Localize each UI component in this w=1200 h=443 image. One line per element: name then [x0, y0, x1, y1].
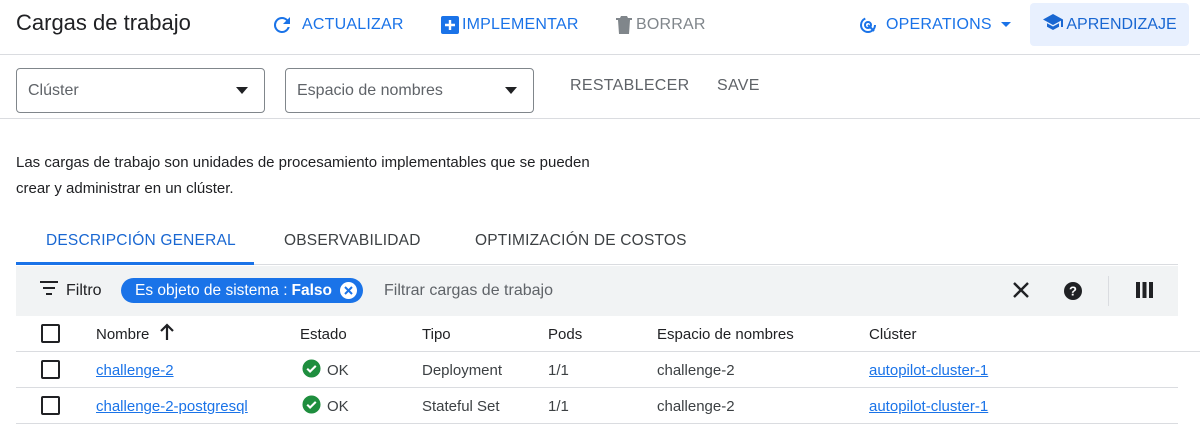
pods-cell: 1/1: [548, 361, 569, 379]
namespace-select[interactable]: Espacio de nombres: [285, 68, 534, 113]
column-header-status[interactable]: Estado: [300, 316, 347, 352]
workload-name-link[interactable]: challenge-2: [96, 362, 174, 379]
page-title: Cargas de trabajo: [16, 10, 191, 35]
toolbar-divider: [1108, 276, 1109, 306]
refresh-icon: [270, 13, 294, 37]
check-circle-icon: [302, 394, 321, 418]
school-icon: [1042, 12, 1064, 37]
workloads-table: Nombre Estado Tipo Pods Espacio de nombr…: [16, 316, 1200, 424]
filter-button[interactable]: Filtro: [40, 281, 102, 300]
arrow-up-icon: [159, 323, 175, 345]
table-header-row: Nombre Estado Tipo Pods Espacio de nombr…: [16, 316, 1200, 352]
active-tab-indicator: [16, 262, 254, 265]
page-description: Las cargas de trabajo son unidades de pr…: [16, 150, 676, 202]
column-header-pods[interactable]: Pods: [548, 316, 582, 352]
reset-button[interactable]: RESTABLECER: [570, 77, 689, 95]
namespace-select-placeholder: Espacio de nombres: [297, 81, 443, 99]
refresh-label: ACTUALIZAR: [302, 16, 404, 33]
cluster-link[interactable]: autopilot-cluster-1: [869, 398, 988, 415]
operations-label: OPERATIONS: [886, 16, 992, 33]
cluster-select-placeholder: Clúster: [28, 81, 79, 99]
column-header-name[interactable]: Nombre: [96, 316, 175, 352]
column-header-type[interactable]: Tipo: [422, 316, 451, 352]
tab-bar: DESCRIPCIÓN GENERAL OBSERVABILIDAD OPTIM…: [16, 217, 1178, 265]
filter-list-icon: [40, 281, 58, 300]
chip-value: Falso: [291, 281, 332, 299]
table-row: challenge-2-postgresql OK Stateful Set 1…: [16, 388, 1178, 424]
learn-label: APRENDIZAJE: [1066, 15, 1177, 33]
chip-remove-icon[interactable]: [339, 282, 357, 299]
operations-dropdown[interactable]: OPERATIONS: [858, 12, 1012, 38]
cluster-select[interactable]: Clúster: [16, 68, 265, 113]
caret-down-icon: [505, 87, 517, 94]
cluster-link[interactable]: autopilot-cluster-1: [869, 362, 988, 379]
delete-label: BORRAR: [636, 16, 706, 33]
filter-label: Filtro: [66, 281, 102, 299]
status-text: OK: [327, 361, 349, 379]
row-checkbox[interactable]: [41, 360, 60, 379]
check-circle-icon: [302, 358, 321, 382]
pods-cell: 1/1: [548, 397, 569, 415]
system-object-filter-chip[interactable]: Es objeto de sistema : Falso: [121, 278, 363, 303]
type-cell: Stateful Set: [422, 397, 500, 415]
column-header-cluster[interactable]: Clúster: [869, 316, 917, 352]
workload-name-link[interactable]: challenge-2-postgresql: [96, 398, 248, 415]
svg-text:?: ?: [1069, 284, 1077, 299]
chevron-down-icon: [1000, 21, 1012, 29]
type-cell: Deployment: [422, 361, 503, 379]
deploy-button[interactable]: IMPLEMENTAR: [440, 12, 579, 38]
description-line-2: crear y administrar en un clúster.: [16, 180, 234, 197]
operations-icon: [858, 15, 878, 35]
help-icon[interactable]: ?: [1063, 281, 1083, 306]
namespace-cell: challenge-2: [657, 361, 735, 379]
filter-workloads-input[interactable]: [384, 279, 944, 303]
chip-key: Es objeto de sistema :: [135, 281, 288, 299]
filter-bar: Filtro Es objeto de sistema : Falso ?: [16, 266, 1178, 316]
close-icon[interactable]: [1012, 281, 1030, 304]
refresh-button[interactable]: ACTUALIZAR: [270, 12, 404, 38]
add-box-icon: [440, 15, 460, 35]
status-cell: OK: [302, 352, 349, 388]
caret-down-icon: [236, 87, 248, 94]
learn-button[interactable]: APRENDIZAJE: [1030, 3, 1189, 46]
trash-icon: [614, 14, 634, 36]
tab-overview[interactable]: DESCRIPCIÓN GENERAL: [46, 232, 236, 250]
save-button[interactable]: SAVE: [717, 77, 760, 95]
filter-selectors-row: Clúster Espacio de nombres RESTABLECER S…: [0, 56, 1200, 119]
tab-cost-optimization[interactable]: OPTIMIZACIÓN DE COSTOS: [475, 232, 687, 250]
delete-button[interactable]: BORRAR: [614, 12, 706, 38]
select-all-checkbox[interactable]: [41, 324, 60, 343]
description-line-1: Las cargas de trabajo son unidades de pr…: [16, 154, 590, 171]
status-text: OK: [327, 397, 349, 415]
deploy-label: IMPLEMENTAR: [462, 16, 579, 33]
row-checkbox[interactable]: [41, 396, 60, 415]
column-view-icon[interactable]: [1136, 282, 1153, 303]
column-header-namespace[interactable]: Espacio de nombres: [657, 316, 794, 352]
tab-observability[interactable]: OBSERVABILIDAD: [284, 232, 421, 250]
table-row: challenge-2 OK Deployment 1/1 challenge-…: [16, 352, 1178, 388]
namespace-cell: challenge-2: [657, 397, 735, 415]
status-cell: OK: [302, 388, 349, 424]
column-header-name-label: Nombre: [96, 325, 150, 343]
page-header: Cargas de trabajo ACTUALIZAR IMPLEMENTAR…: [0, 0, 1200, 55]
